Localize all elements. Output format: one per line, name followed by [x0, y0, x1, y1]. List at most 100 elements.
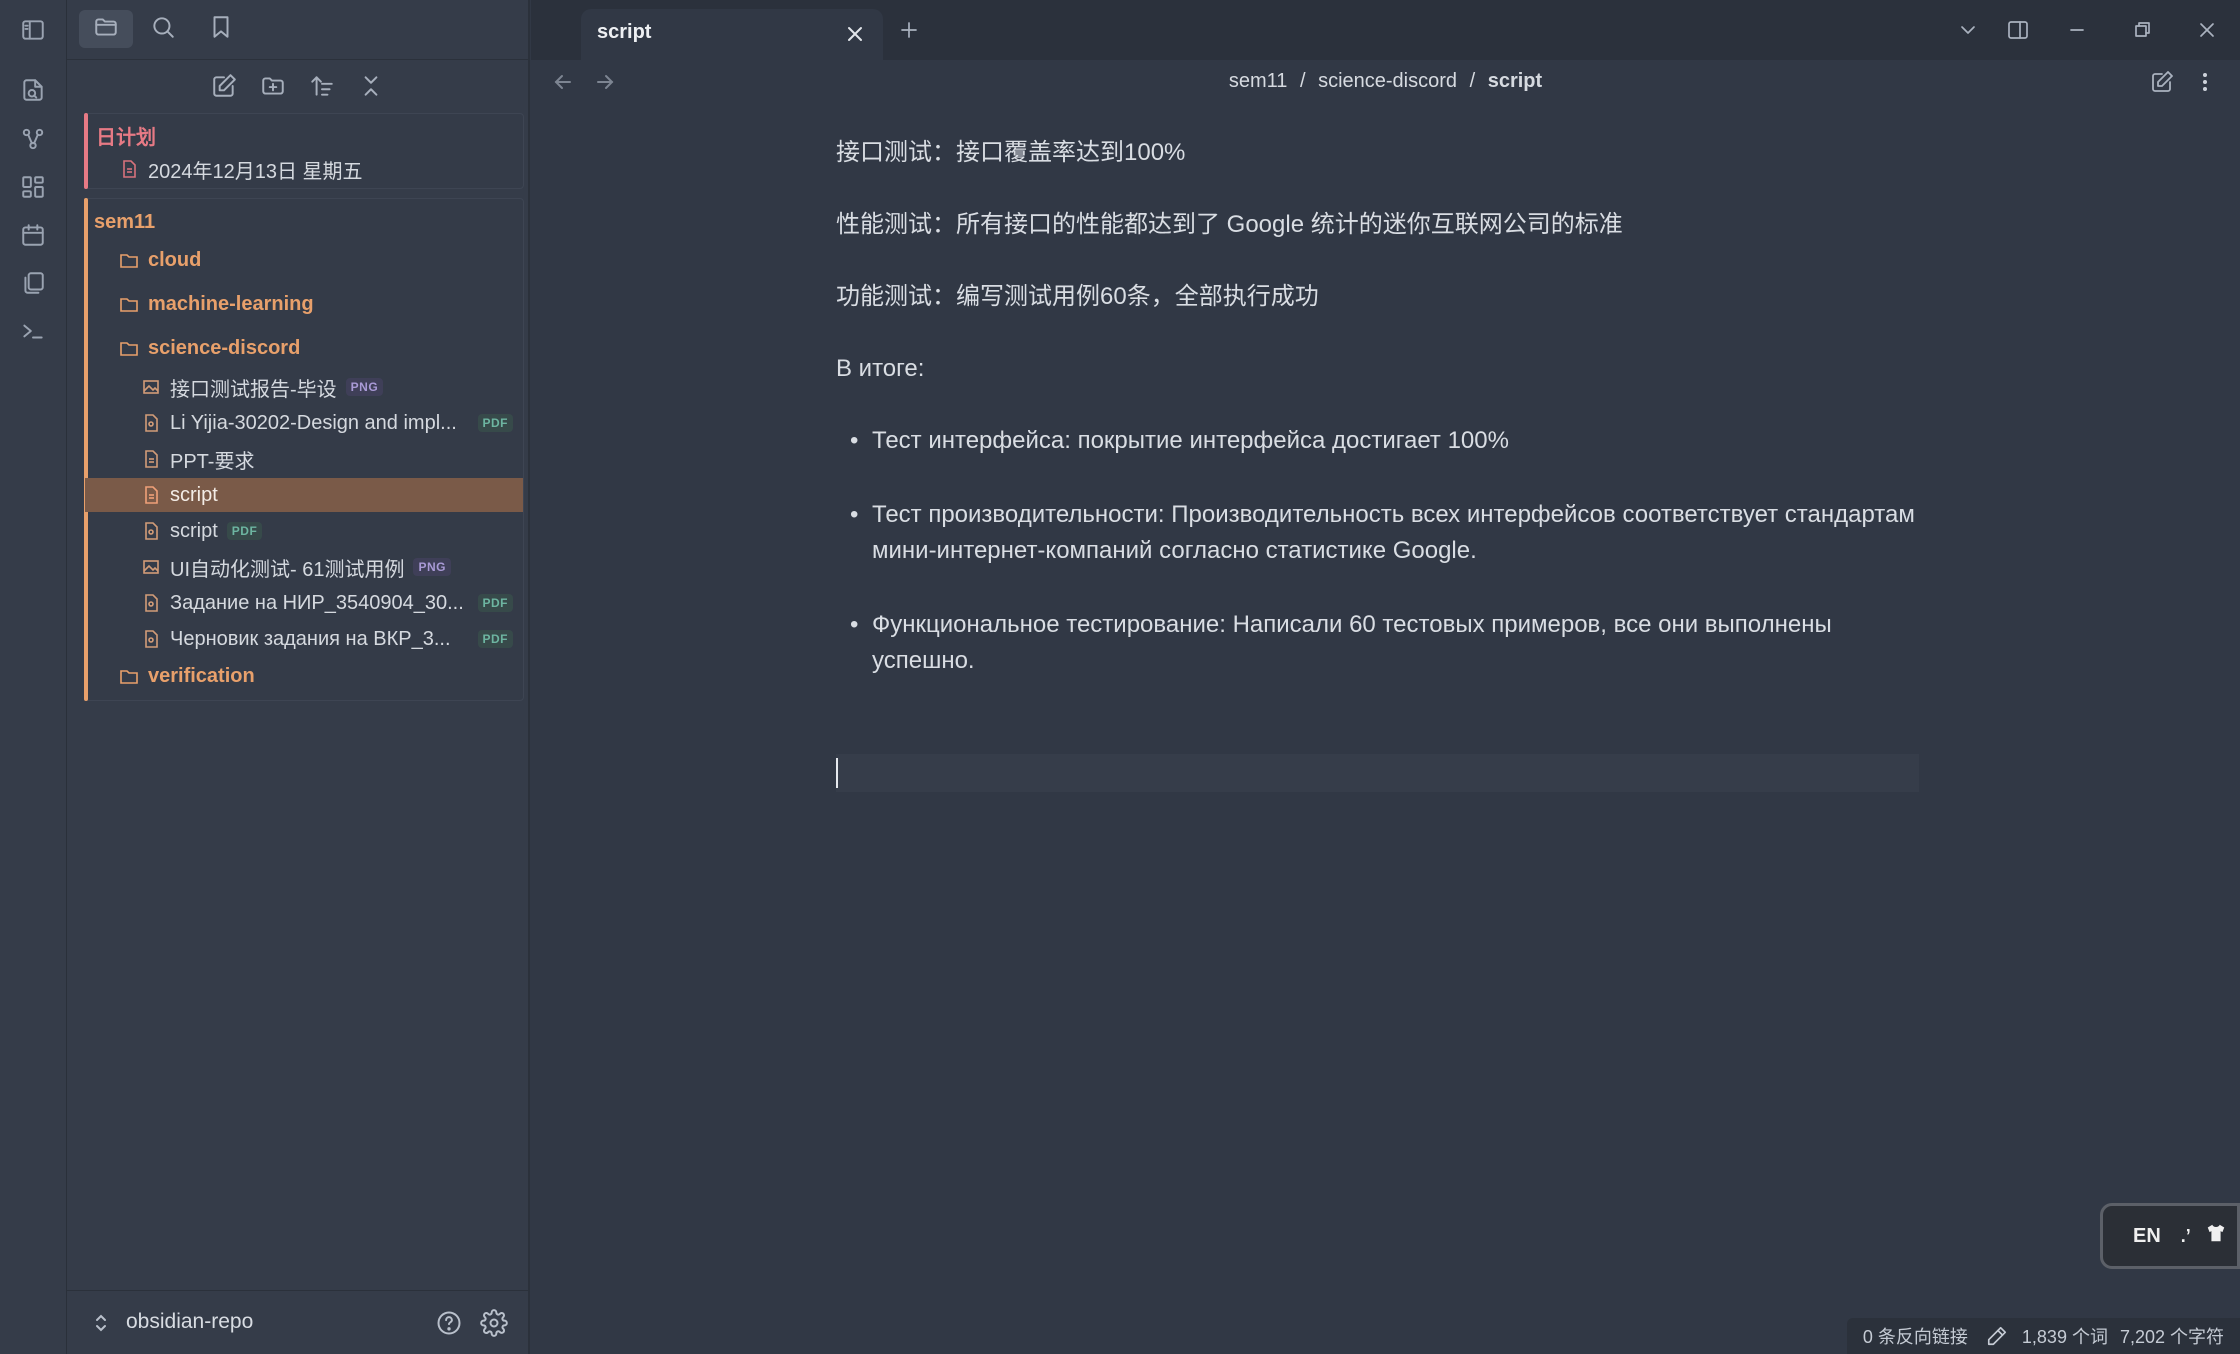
breadcrumb-separator: /: [1299, 70, 1306, 92]
vault-name[interactable]: obsidian-repo: [126, 1310, 253, 1334]
punctuation-mode-icon: .’: [2180, 1225, 2191, 1246]
sort-icon[interactable]: [304, 68, 340, 104]
pdf-file-icon: [141, 593, 161, 613]
file-label: 接口测试报告-毕设: [170, 378, 337, 401]
minimize-icon[interactable]: [2061, 14, 2093, 46]
image-file-icon: [141, 557, 161, 577]
breadcrumb-item[interactable]: science-discord: [1318, 70, 1457, 92]
templates-icon[interactable]: [14, 264, 52, 302]
pdf-file-icon: [141, 629, 161, 649]
paragraph: 功能测试：编写测试用例60条，全部执行成功: [836, 283, 1319, 310]
new-folder-icon[interactable]: [255, 68, 291, 104]
folder-machine-learning[interactable]: machine-learning: [119, 287, 557, 321]
folder-science-discord[interactable]: science-discord: [119, 331, 557, 365]
search-icon: [150, 14, 176, 45]
quick-switcher-icon[interactable]: [14, 71, 52, 109]
file-row[interactable]: Черновик задания на ВКР_3... PDF: [141, 622, 523, 656]
collapse-all-icon[interactable]: [353, 68, 389, 104]
file-nav-buttons: [67, 64, 530, 106]
group-accent-bar: [84, 113, 88, 189]
ribbon: [0, 0, 67, 1354]
tab-bookmarks[interactable]: [194, 10, 248, 48]
breadcrumb-current[interactable]: script: [1488, 70, 1542, 92]
graph-view-icon[interactable]: [14, 120, 52, 158]
file-icon: [141, 449, 161, 469]
file-type-badge: PNG: [413, 558, 451, 576]
restore-window-icon[interactable]: [2126, 14, 2158, 46]
vault-switcher-bar: obsidian-repo: [67, 1290, 530, 1354]
file-label: script: [170, 519, 218, 542]
tab-script[interactable]: script: [581, 9, 883, 60]
chevron-down-icon[interactable]: [1952, 14, 1984, 46]
active-line[interactable]: [836, 754, 1919, 792]
folder-label: sem11: [94, 210, 156, 233]
note-content[interactable]: 接口测试：接口覆盖率达到100% 性能测试：所有接口的性能都达到了 Google…: [836, 135, 1926, 717]
image-file-icon: [141, 377, 161, 397]
bookmark-icon: [208, 14, 234, 45]
folder-label: verification: [148, 664, 255, 687]
paragraph: 性能测试：所有接口的性能都达到了 Google 统计的迷你互联网公司的标准: [836, 211, 1623, 238]
file-row[interactable]: UI自动化测试- 61测试用例 PNG: [141, 550, 523, 584]
toggle-sidebar-icon[interactable]: [14, 11, 52, 49]
file-row[interactable]: 接口测试报告-毕设 PNG: [141, 370, 523, 404]
toggle-right-sidebar-icon[interactable]: [2002, 14, 2034, 46]
file-label: Li Yijia-30202-Design and impl...: [170, 411, 457, 434]
file-type-badge: PDF: [477, 414, 513, 432]
list-item: Тест интерфейса: покрытие интерфейса дос…: [836, 423, 1926, 459]
ime-language-widget[interactable]: EN .’: [2100, 1203, 2240, 1269]
close-icon[interactable]: [843, 22, 867, 51]
file-type-badge: PDF: [226, 522, 263, 540]
new-note-icon[interactable]: [206, 68, 242, 104]
folder-group-sem11: sem11 cloud machine-learning science-dis…: [84, 198, 524, 701]
status-bar: 0 条反向链接 1,839 个词 7,202 个字符: [1846, 1318, 2240, 1354]
folder-cloud[interactable]: cloud: [119, 243, 557, 277]
close-window-icon[interactable]: [2191, 14, 2223, 46]
calendar-icon[interactable]: [14, 216, 52, 254]
file-label: UI自动化测试- 61测试用例: [170, 558, 405, 581]
folder-label: 日计划: [96, 126, 156, 149]
backlinks-count[interactable]: 0 条反向链接: [1863, 1323, 1968, 1349]
folder-icon: [119, 666, 139, 686]
folder-verification[interactable]: verification: [119, 659, 557, 693]
folder-label: machine-learning: [148, 292, 314, 315]
help-icon[interactable]: [435, 1309, 463, 1342]
folder-open-icon: [93, 14, 119, 45]
file-daily-note[interactable]: 2024年12月13日 星期五: [119, 152, 557, 186]
pencil-icon[interactable]: [1986, 1325, 2008, 1347]
file-row[interactable]: PPT-要求: [141, 442, 523, 476]
list-item: Тест производительности: Производительно…: [836, 497, 1926, 569]
folder-filled-icon: [119, 294, 139, 314]
breadcrumb-separator: /: [1469, 70, 1476, 92]
terminal-icon[interactable]: [14, 312, 52, 350]
file-row-selected[interactable]: script: [85, 478, 523, 512]
file-label: Задание на НИР_3540904_30...: [170, 591, 464, 614]
new-tab-plus-icon[interactable]: [893, 14, 925, 46]
list-item: Функциональное тестирование: Написали 60…: [836, 607, 1926, 679]
file-row[interactable]: script PDF: [141, 514, 523, 548]
sidebar-tab-bar: [67, 0, 530, 60]
folder-label: cloud: [148, 248, 202, 271]
ime-language-label: EN: [2133, 1224, 2161, 1247]
file-row[interactable]: Li Yijia-30202-Design and impl... PDF: [141, 406, 523, 440]
editor-pane: sem11 / science-discord / script 接口测试：接口…: [531, 60, 2240, 1354]
tab-files[interactable]: [79, 10, 133, 48]
file-explorer-sidebar: 日计划 2024年12月13日 星期五 sem11 cloud machine-…: [67, 0, 530, 1354]
tab-search[interactable]: [136, 10, 190, 48]
file-row[interactable]: Задание на НИР_3540904_30... PDF: [141, 586, 523, 620]
folder-sem11[interactable]: sem11: [94, 205, 532, 239]
file-type-badge: PDF: [477, 630, 513, 648]
file-type-badge: PNG: [345, 378, 384, 396]
edit-mode-icon[interactable]: [2150, 70, 2174, 99]
canvas-icon[interactable]: [14, 168, 52, 206]
folder-label: science-discord: [148, 336, 301, 359]
folder-daily-plan[interactable]: 日计划: [96, 118, 534, 152]
breadcrumb-item[interactable]: sem11: [1229, 70, 1288, 92]
file-icon: [141, 485, 161, 505]
folder-group-daily-plan: 日计划 2024年12月13日 星期五: [84, 113, 524, 189]
chevron-updown-icon[interactable]: [89, 1311, 113, 1340]
settings-gear-icon[interactable]: [480, 1309, 508, 1342]
char-count: 7,202 个字符: [2119, 1327, 2224, 1347]
more-options-icon[interactable]: [2193, 70, 2217, 99]
text-cursor: [836, 758, 838, 788]
folder-icon: [119, 250, 139, 270]
